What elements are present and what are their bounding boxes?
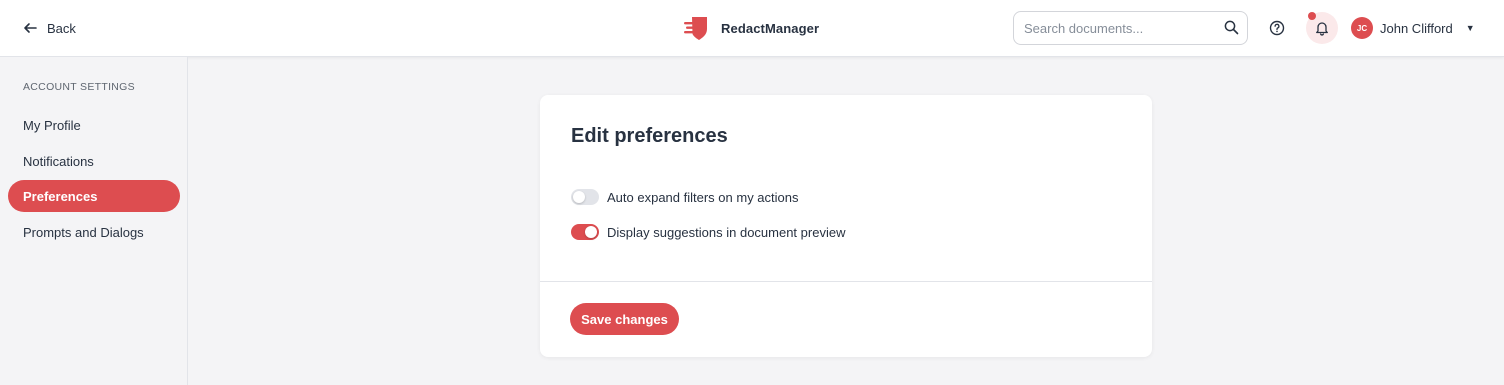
back-button[interactable]: Back xyxy=(23,19,76,37)
back-label: Back xyxy=(47,20,76,36)
notification-dot xyxy=(1308,12,1316,20)
search-input[interactable] xyxy=(1024,12,1214,44)
sidebar-item-my-profile[interactable]: My Profile xyxy=(8,109,180,141)
bell-icon xyxy=(1316,22,1328,36)
display-suggestions-toggle[interactable] xyxy=(571,224,599,240)
preference-row-auto-expand: Auto expand filters on my actions xyxy=(571,189,799,205)
user-menu[interactable]: JC John Clifford ▼ xyxy=(1351,17,1475,39)
preference-row-display-suggestions: Display suggestions in document preview xyxy=(571,224,845,240)
sidebar-item-label: My Profile xyxy=(23,117,81,133)
search-icon[interactable] xyxy=(1224,20,1239,35)
toggle-knob xyxy=(573,191,585,203)
sidebar-item-label: Preferences xyxy=(23,188,98,204)
sidebar-item-label: Prompts and Dialogs xyxy=(23,224,144,240)
sidebar-item-prompts-and-dialogs[interactable]: Prompts and Dialogs xyxy=(8,216,180,248)
sidebar-heading: ACCOUNT SETTINGS xyxy=(23,81,135,93)
avatar: JC xyxy=(1351,17,1373,39)
help-icon[interactable] xyxy=(1268,19,1286,37)
preference-label: Auto expand filters on my actions xyxy=(607,189,799,205)
brand-logo: RedactManager xyxy=(683,14,819,42)
arrow-left-icon xyxy=(24,23,37,33)
page-title: Edit preferences xyxy=(571,125,728,147)
caret-down-icon: ▼ xyxy=(1465,23,1475,33)
search-box xyxy=(1013,11,1248,45)
brand-name: RedactManager xyxy=(721,20,820,36)
divider xyxy=(540,281,1152,282)
sidebar-item-label: Notifications xyxy=(23,153,94,169)
auto-expand-filters-toggle[interactable] xyxy=(571,189,599,205)
user-name: John Clifford xyxy=(1380,20,1453,36)
shield-logo-icon xyxy=(684,17,707,40)
save-changes-button[interactable]: Save changes xyxy=(570,303,679,335)
preferences-card: Edit preferences Auto expand filters on … xyxy=(540,95,1152,357)
toggle-knob xyxy=(585,226,597,238)
preference-label: Display suggestions in document preview xyxy=(607,224,846,240)
sidebar: ACCOUNT SETTINGS My Profile Notification… xyxy=(0,57,188,385)
notifications-button[interactable] xyxy=(1306,12,1338,44)
top-bar: Back RedactManager JC John Clifford ▼ xyxy=(0,0,1504,57)
sidebar-item-preferences[interactable]: Preferences xyxy=(8,180,180,212)
sidebar-item-notifications[interactable]: Notifications xyxy=(8,145,180,177)
